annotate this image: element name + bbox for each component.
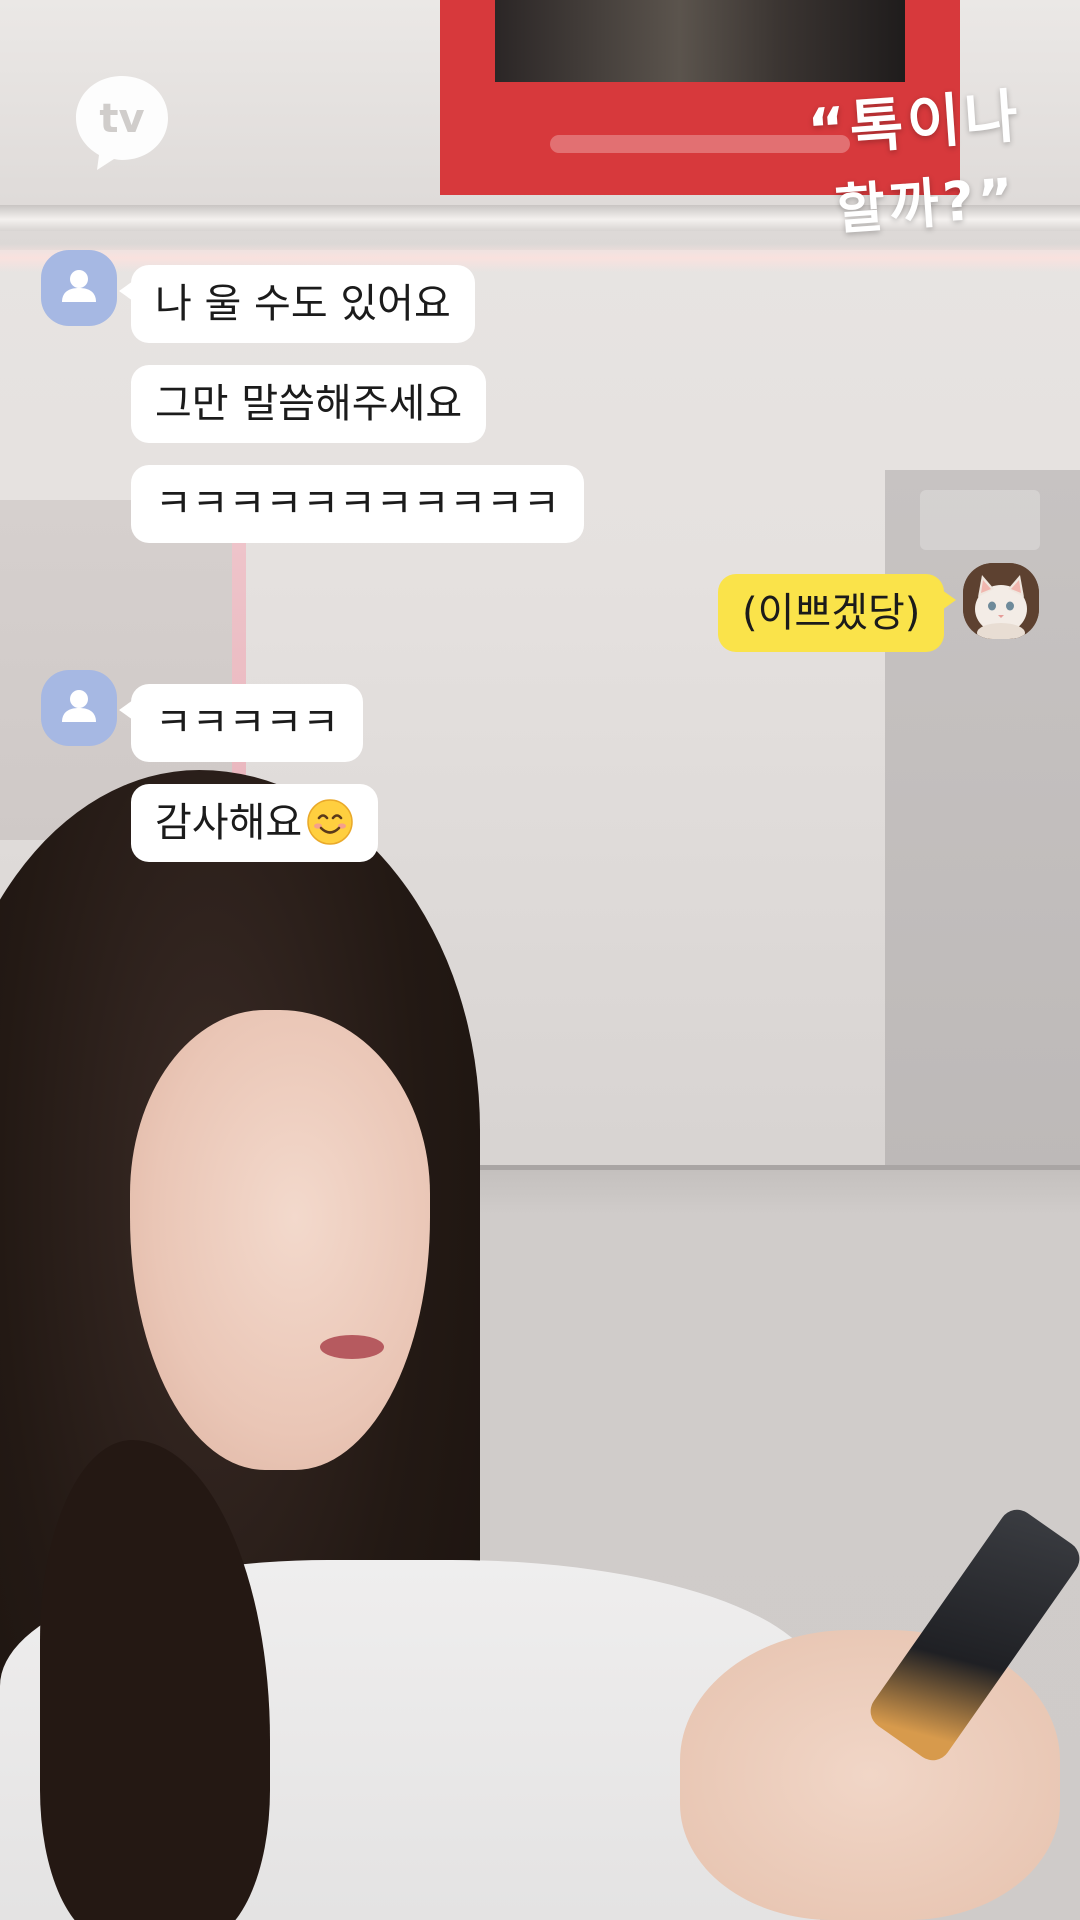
channel-logo: tv [72, 72, 172, 172]
tv-speech-bubble-icon: tv [76, 76, 168, 170]
person-icon [62, 270, 96, 302]
right-panel-sign [920, 490, 1040, 550]
show-title: “톡이나 할까?” [804, 69, 1029, 247]
outgoing-message: (이쁘겠당) [718, 574, 957, 652]
person-face [130, 1010, 430, 1470]
show-title-line1: “톡이나 [805, 81, 1024, 165]
poster-art [495, 0, 905, 82]
incoming-message: 그만 말씀해주세요 [131, 365, 487, 443]
sender-avatar[interactable] [41, 670, 117, 746]
incoming-message-text: 감사해요 [155, 800, 303, 846]
incoming-message: 나 울 수도 있어요 [119, 265, 475, 343]
incoming-message-with-emoji: 감사해요 [131, 784, 379, 862]
incoming-message: ㅋㅋㅋㅋㅋ [119, 684, 363, 762]
sender-avatar[interactable] [41, 250, 117, 326]
person-hands [680, 1630, 1060, 1920]
my-avatar-cat-photo[interactable] [963, 563, 1039, 639]
show-title-line2: 할까?” [833, 166, 1020, 242]
poster-caption [550, 135, 850, 153]
channel-logo-text: tv [99, 96, 144, 142]
incoming-message: ㅋㅋㅋㅋㅋㅋㅋㅋㅋㅋㅋ [131, 465, 584, 543]
person-icon [62, 690, 96, 722]
cat-photo-icon [963, 563, 1039, 639]
person-lips [320, 1335, 384, 1359]
smiling-face-emoji-icon [307, 799, 353, 845]
